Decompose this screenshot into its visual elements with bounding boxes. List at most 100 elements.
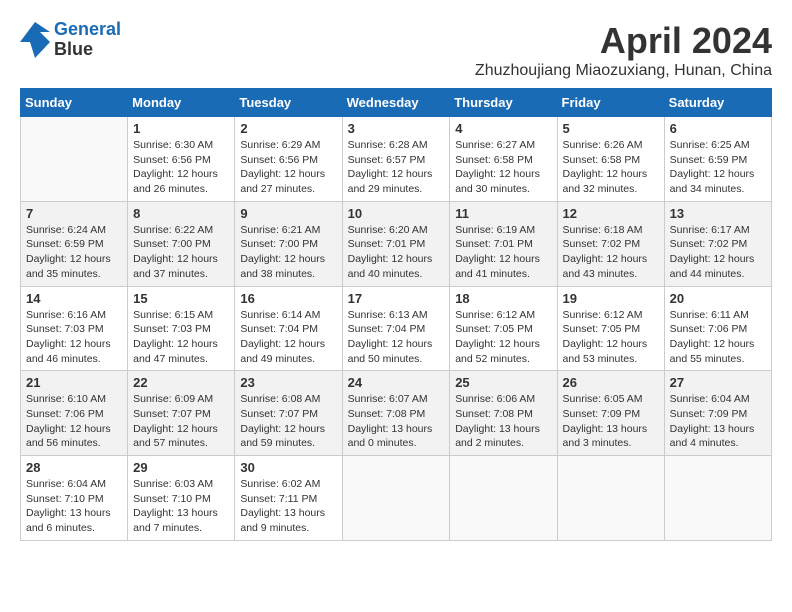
day-cell: 9Sunrise: 6:21 AM Sunset: 7:00 PM Daylig…	[235, 201, 342, 286]
logo-line1: General	[54, 19, 121, 39]
day-number: 26	[563, 375, 659, 390]
day-number: 4	[455, 121, 551, 136]
weekday-sunday: Sunday	[21, 89, 128, 117]
day-cell: 15Sunrise: 6:15 AM Sunset: 7:03 PM Dayli…	[128, 286, 235, 371]
weekday-thursday: Thursday	[450, 89, 557, 117]
weekday-wednesday: Wednesday	[342, 89, 450, 117]
day-info: Sunrise: 6:04 AM Sunset: 7:09 PM Dayligh…	[670, 392, 766, 451]
day-info: Sunrise: 6:05 AM Sunset: 7:09 PM Dayligh…	[563, 392, 659, 451]
header: General Blue April 2024 Zhuzhoujiang Mia…	[20, 20, 772, 80]
day-info: Sunrise: 6:04 AM Sunset: 7:10 PM Dayligh…	[26, 477, 122, 536]
day-number: 10	[348, 206, 445, 221]
calendar-table: SundayMondayTuesdayWednesdayThursdayFrid…	[20, 88, 772, 541]
day-info: Sunrise: 6:25 AM Sunset: 6:59 PM Dayligh…	[670, 138, 766, 197]
day-info: Sunrise: 6:19 AM Sunset: 7:01 PM Dayligh…	[455, 223, 551, 282]
day-cell: 20 Sunrise: 6:11 AM Sunset: 7:06 PM Dayli…	[664, 286, 771, 371]
day-number: 21	[26, 375, 122, 390]
page-container: General Blue April 2024 Zhuzhoujiang Mia…	[20, 20, 772, 541]
day-number: 1	[133, 121, 229, 136]
day-info: Sunrise: 6:11 AM Sunset: 7:06 PM Dayligh…	[670, 308, 766, 367]
location-subtitle: Zhuzhoujiang Miaozuxiang, Hunan, China	[475, 62, 772, 80]
day-info: Sunrise: 6:16 AM Sunset: 7:03 PM Dayligh…	[26, 308, 122, 367]
day-number: 20	[670, 291, 766, 306]
day-cell: 24 Sunrise: 6:07 AM Sunset: 7:08 PM Dayli…	[342, 371, 450, 456]
day-number: 19	[563, 291, 659, 306]
day-number: 14	[26, 291, 122, 306]
day-number: 2	[240, 121, 336, 136]
day-number: 28	[26, 460, 122, 475]
day-info: Sunrise: 6:12 AM Sunset: 7:05 PM Dayligh…	[455, 308, 551, 367]
title-area: April 2024 Zhuzhoujiang Miaozuxiang, Hun…	[475, 20, 772, 80]
day-cell: 25 Sunrise: 6:06 AM Sunset: 7:08 PM Dayli…	[450, 371, 557, 456]
day-number: 8	[133, 206, 229, 221]
day-number: 9	[240, 206, 336, 221]
day-cell: 2Sunrise: 6:29 AM Sunset: 6:56 PM Daylig…	[235, 117, 342, 202]
day-cell: 18Sunrise: 6:12 AM Sunset: 7:05 PM Dayli…	[450, 286, 557, 371]
week-row-5: 28 Sunrise: 6:04 AM Sunset: 7:10 PM Dayli…	[21, 456, 772, 541]
day-info: Sunrise: 6:07 AM Sunset: 7:08 PM Dayligh…	[348, 392, 445, 451]
day-cell: 22 Sunrise: 6:09 AM Sunset: 7:07 PM Dayli…	[128, 371, 235, 456]
day-number: 16	[240, 291, 336, 306]
day-number: 23	[240, 375, 336, 390]
day-cell	[21, 117, 128, 202]
day-info: Sunrise: 6:24 AM Sunset: 6:59 PM Dayligh…	[26, 223, 122, 282]
day-info: Sunrise: 6:28 AM Sunset: 6:57 PM Dayligh…	[348, 138, 445, 197]
day-cell: 23Sunrise: 6:08 AM Sunset: 7:07 PM Dayli…	[235, 371, 342, 456]
day-number: 25	[455, 375, 551, 390]
day-info: Sunrise: 6:06 AM Sunset: 7:08 PM Dayligh…	[455, 392, 551, 451]
weekday-saturday: Saturday	[664, 89, 771, 117]
logo-text: General Blue	[54, 20, 121, 60]
day-cell	[557, 456, 664, 541]
day-info: Sunrise: 6:22 AM Sunset: 7:00 PM Dayligh…	[133, 223, 229, 282]
day-info: Sunrise: 6:18 AM Sunset: 7:02 PM Dayligh…	[563, 223, 659, 282]
day-cell: 28 Sunrise: 6:04 AM Sunset: 7:10 PM Dayli…	[21, 456, 128, 541]
logo: General Blue	[20, 20, 121, 60]
day-cell: 29 Sunrise: 6:03 AM Sunset: 7:10 PM Dayli…	[128, 456, 235, 541]
day-cell: 4 Sunrise: 6:27 AM Sunset: 6:58 PM Daylig…	[450, 117, 557, 202]
day-info: Sunrise: 6:10 AM Sunset: 7:06 PM Dayligh…	[26, 392, 122, 451]
day-cell: 7Sunrise: 6:24 AM Sunset: 6:59 PM Daylig…	[21, 201, 128, 286]
day-info: Sunrise: 6:12 AM Sunset: 7:05 PM Dayligh…	[563, 308, 659, 367]
day-info: Sunrise: 6:27 AM Sunset: 6:58 PM Dayligh…	[455, 138, 551, 197]
week-row-1: 1 Sunrise: 6:30 AM Sunset: 6:56 PM Daylig…	[21, 117, 772, 202]
day-cell: 6 Sunrise: 6:25 AM Sunset: 6:59 PM Daylig…	[664, 117, 771, 202]
day-cell: 8 Sunrise: 6:22 AM Sunset: 7:00 PM Daylig…	[128, 201, 235, 286]
day-info: Sunrise: 6:03 AM Sunset: 7:10 PM Dayligh…	[133, 477, 229, 536]
day-info: Sunrise: 6:26 AM Sunset: 6:58 PM Dayligh…	[563, 138, 659, 197]
day-cell: 3 Sunrise: 6:28 AM Sunset: 6:57 PM Daylig…	[342, 117, 450, 202]
logo-icon	[20, 22, 50, 58]
day-cell	[450, 456, 557, 541]
day-number: 24	[348, 375, 445, 390]
day-info: Sunrise: 6:02 AM Sunset: 7:11 PM Dayligh…	[240, 477, 336, 536]
day-number: 5	[563, 121, 659, 136]
day-number: 27	[670, 375, 766, 390]
day-info: Sunrise: 6:14 AM Sunset: 7:04 PM Dayligh…	[240, 308, 336, 367]
month-title: April 2024	[475, 20, 772, 62]
week-row-4: 21 Sunrise: 6:10 AM Sunset: 7:06 PM Dayli…	[21, 371, 772, 456]
day-cell: 21 Sunrise: 6:10 AM Sunset: 7:06 PM Dayli…	[21, 371, 128, 456]
week-row-2: 7Sunrise: 6:24 AM Sunset: 6:59 PM Daylig…	[21, 201, 772, 286]
day-info: Sunrise: 6:20 AM Sunset: 7:01 PM Dayligh…	[348, 223, 445, 282]
weekday-friday: Friday	[557, 89, 664, 117]
day-number: 22	[133, 375, 229, 390]
day-info: Sunrise: 6:15 AM Sunset: 7:03 PM Dayligh…	[133, 308, 229, 367]
day-info: Sunrise: 6:13 AM Sunset: 7:04 PM Dayligh…	[348, 308, 445, 367]
day-number: 3	[348, 121, 445, 136]
day-cell: 26 Sunrise: 6:05 AM Sunset: 7:09 PM Dayli…	[557, 371, 664, 456]
day-number: 13	[670, 206, 766, 221]
day-cell: 30 Sunrise: 6:02 AM Sunset: 7:11 PM Dayli…	[235, 456, 342, 541]
day-cell: 12Sunrise: 6:18 AM Sunset: 7:02 PM Dayli…	[557, 201, 664, 286]
day-cell: 14 Sunrise: 6:16 AM Sunset: 7:03 PM Dayli…	[21, 286, 128, 371]
day-info: Sunrise: 6:30 AM Sunset: 6:56 PM Dayligh…	[133, 138, 229, 197]
day-cell: 16 Sunrise: 6:14 AM Sunset: 7:04 PM Dayli…	[235, 286, 342, 371]
day-cell	[664, 456, 771, 541]
day-number: 30	[240, 460, 336, 475]
day-number: 29	[133, 460, 229, 475]
day-info: Sunrise: 6:09 AM Sunset: 7:07 PM Dayligh…	[133, 392, 229, 451]
day-cell: 10 Sunrise: 6:20 AM Sunset: 7:01 PM Dayli…	[342, 201, 450, 286]
day-number: 6	[670, 121, 766, 136]
day-cell: 5 Sunrise: 6:26 AM Sunset: 6:58 PM Daylig…	[557, 117, 664, 202]
day-cell: 27 Sunrise: 6:04 AM Sunset: 7:09 PM Dayli…	[664, 371, 771, 456]
day-cell	[342, 456, 450, 541]
day-cell: 1 Sunrise: 6:30 AM Sunset: 6:56 PM Daylig…	[128, 117, 235, 202]
